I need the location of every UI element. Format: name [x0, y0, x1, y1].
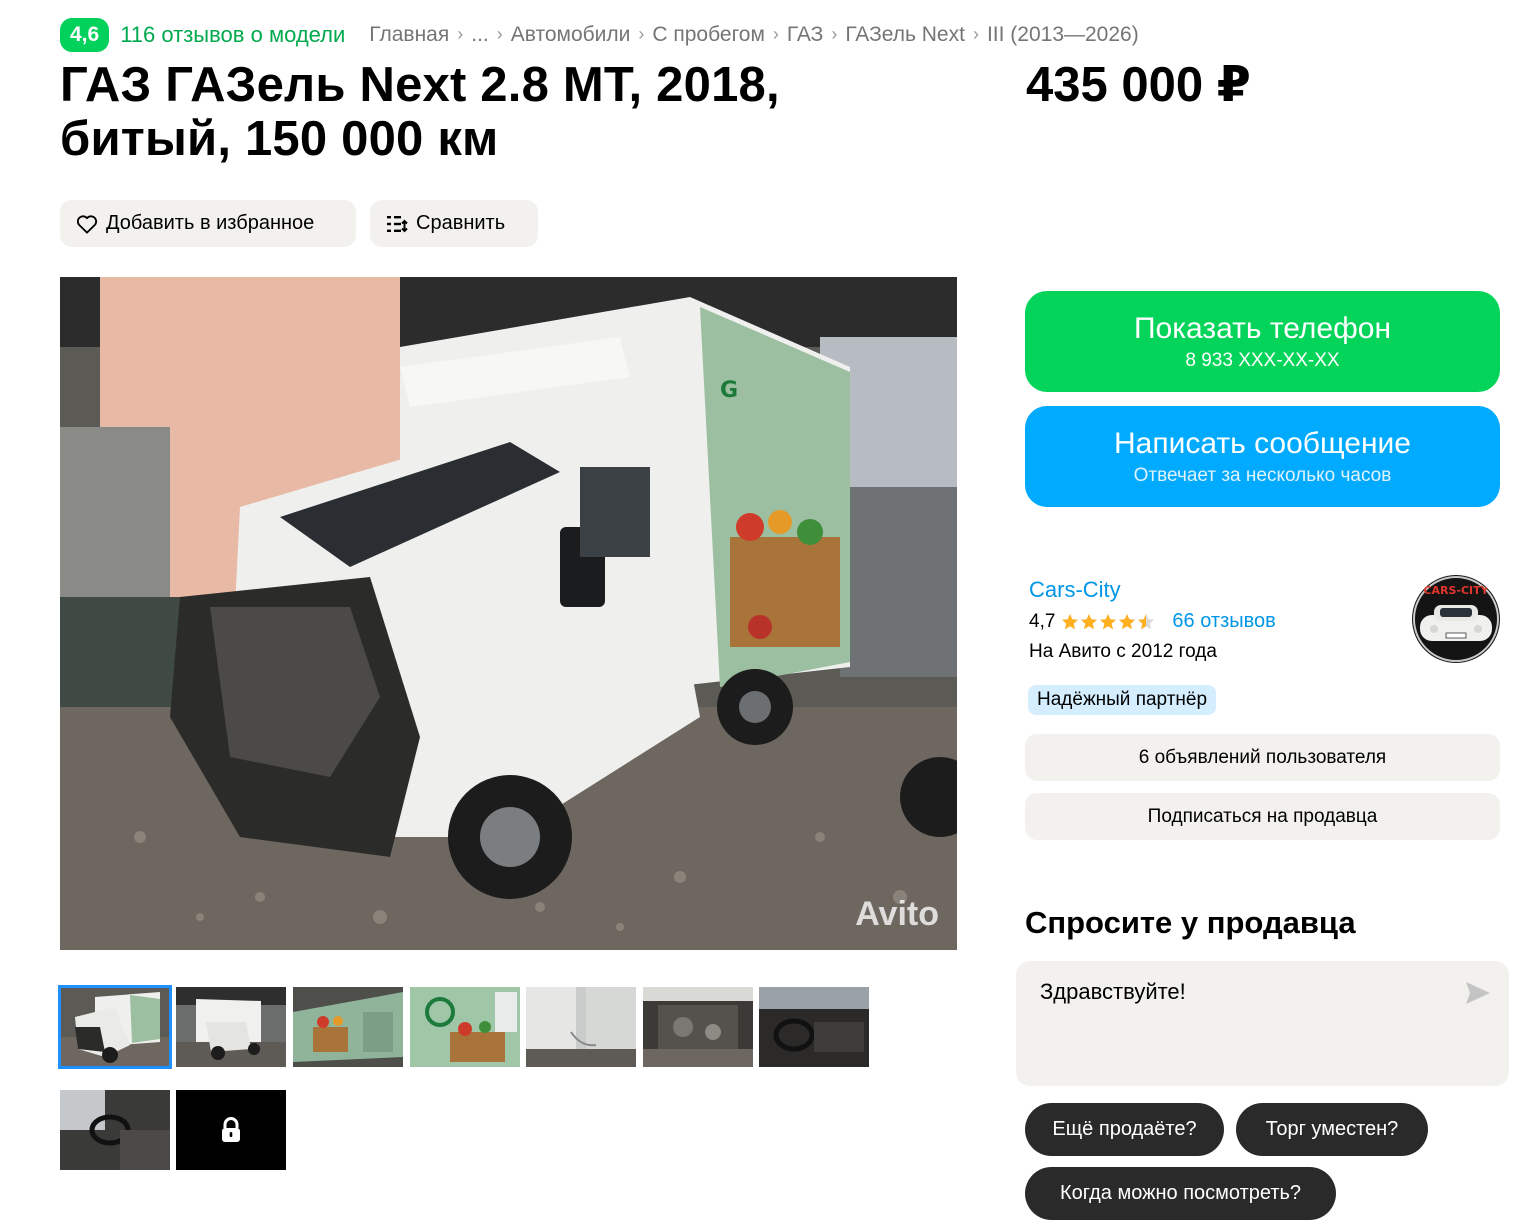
response-time-text: Отвечает за несколько часов	[1133, 464, 1392, 486]
ask-seller-title: Спросите у продавца	[1025, 905, 1356, 940]
add-to-favorites-button[interactable]: Добавить в избранное	[60, 200, 356, 247]
message-input-text[interactable]: Здравствуйте!	[1040, 979, 1186, 1005]
show-phone-label: Показать телефон	[1133, 311, 1392, 345]
chevron-right-icon: ›	[638, 24, 645, 44]
seller-name-link[interactable]: Cars-City	[1029, 577, 1121, 603]
quick-reply-chip[interactable]: Торг уместен?	[1236, 1103, 1428, 1156]
seller-reviews-link[interactable]: 66 отзывов	[1172, 610, 1275, 633]
model-reviews-link[interactable]: 116 отзывов о модели	[120, 22, 345, 48]
breadcrumb-item[interactable]: Автомобили	[511, 23, 631, 47]
main-photo[interactable]: G Avito	[60, 277, 957, 950]
top-line: 4,6 116 отзывов о модели Главная › ... ›…	[60, 17, 1139, 52]
compare-icon	[386, 214, 408, 234]
model-rating-badge: 4,6	[60, 17, 110, 52]
chevron-right-icon: ›	[831, 24, 838, 44]
star-icon	[1138, 613, 1155, 629]
breadcrumb-item[interactable]: С пробегом	[652, 23, 765, 47]
seller-logo: CARS-CITY	[1412, 575, 1500, 663]
star-rating	[1061, 613, 1156, 631]
chevron-right-icon: ›	[457, 24, 464, 44]
show-phone-button[interactable]: Показать телефон 8 933 XXX-XX-XX	[1025, 291, 1500, 392]
quick-reply-chip[interactable]: Когда можно посмотреть?	[1025, 1167, 1336, 1220]
seller-rating: 4,7 66 отзывов	[1029, 610, 1276, 633]
breadcrumb-item[interactable]: ГАЗ	[787, 23, 823, 47]
breadcrumb-item[interactable]: ГАЗель Next	[845, 23, 965, 47]
quick-reply-chip[interactable]: Ещё продаёте?	[1025, 1103, 1224, 1156]
avito-watermark: Avito	[855, 895, 939, 933]
write-message-label: Написать сообщение	[1113, 426, 1411, 460]
gallery-thumbnail[interactable]	[293, 987, 403, 1067]
seller-rating-value: 4,7	[1029, 610, 1056, 632]
gallery-thumbnail[interactable]	[643, 987, 753, 1067]
breadcrumb-item[interactable]: Главная	[369, 23, 449, 47]
star-icon	[1081, 613, 1098, 629]
svg-text:G: G	[720, 378, 738, 403]
gallery-thumbnail[interactable]	[176, 987, 286, 1067]
compare-button[interactable]: Сравнить	[370, 200, 538, 247]
star-icon	[1119, 613, 1136, 629]
seller-listings-button[interactable]: 6 объявлений пользователя	[1025, 734, 1500, 781]
compare-label: Сравнить	[416, 212, 506, 234]
gallery-more-photos[interactable]	[176, 1090, 286, 1170]
breadcrumb: Главная › ... › Автомобили › С пробегом …	[369, 23, 1138, 47]
favorites-label: Добавить в избранное	[106, 212, 315, 234]
message-input[interactable]: Здравствуйте!	[1016, 961, 1509, 1086]
star-icon	[1062, 613, 1079, 629]
write-message-button[interactable]: Написать сообщение Отвечает за несколько…	[1025, 406, 1500, 507]
reliable-partner-badge: Надёжный партнёр	[1028, 685, 1217, 715]
lock-icon	[219, 1117, 243, 1143]
breadcrumb-item[interactable]: III (2013—2026)	[987, 23, 1139, 47]
gallery-thumbnail[interactable]	[759, 987, 869, 1067]
chevron-right-icon: ›	[496, 24, 503, 44]
star-icon	[1100, 613, 1117, 629]
masked-phone-number: 8 933 XXX-XX-XX	[1185, 349, 1340, 371]
listing-price: 435 000 ₽	[1026, 58, 1251, 112]
chevron-right-icon: ›	[972, 24, 979, 44]
gallery-thumbnail[interactable]	[526, 987, 636, 1067]
seller-since-text: На Авито с 2012 года	[1029, 641, 1217, 662]
gallery-thumbnail[interactable]	[60, 1090, 170, 1170]
page-title: ГАЗ ГАЗель Next 2.8 MT, 2018, битый, 150…	[60, 58, 780, 166]
svg-text:CARS-CITY: CARS-CITY	[1423, 584, 1489, 597]
seller-avatar[interactable]: CARS-CITY	[1412, 575, 1500, 663]
gallery-thumbnail[interactable]	[410, 987, 520, 1067]
subscribe-seller-button[interactable]: Подписаться на продавца	[1025, 793, 1500, 840]
gallery-thumbnail[interactable]	[58, 985, 172, 1069]
breadcrumb-item[interactable]: ...	[471, 23, 489, 47]
chevron-right-icon: ›	[772, 24, 779, 44]
heart-icon	[76, 214, 98, 234]
send-icon[interactable]	[1465, 981, 1491, 1010]
truck-photo-illustration: G	[60, 277, 957, 950]
